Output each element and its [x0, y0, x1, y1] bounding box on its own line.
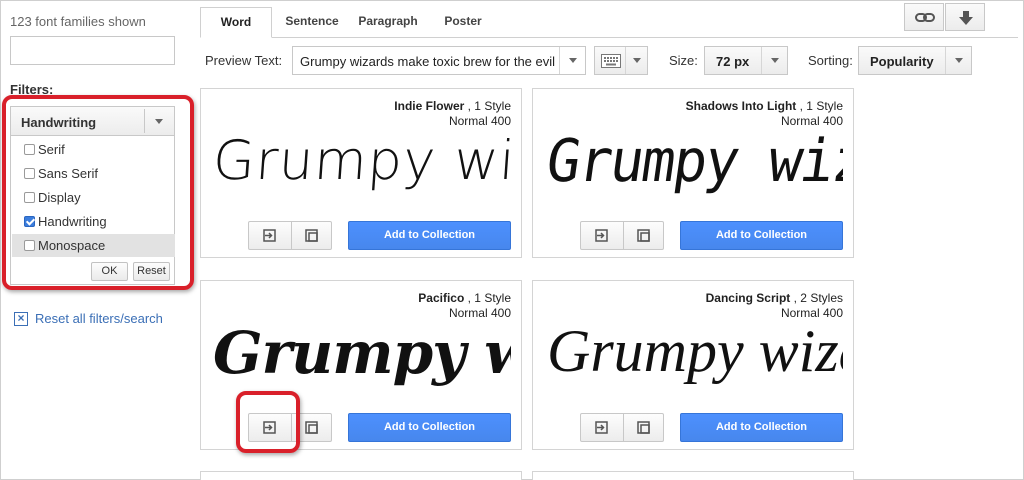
font-style-count: , 1 Style: [467, 291, 511, 305]
font-preview-text: Grumpy wizards: [213, 319, 511, 387]
search-input[interactable]: [10, 36, 175, 65]
chevron-down-icon: [633, 58, 641, 63]
font-card-partial: [532, 471, 854, 480]
keyboard-button[interactable]: [594, 46, 648, 75]
font-preview-text: Grumpy wizards: [543, 127, 843, 196]
font-name: Shadows Into Light: [685, 99, 797, 113]
pop-out-icon: [637, 421, 650, 434]
add-to-collection-button[interactable]: Add to Collection: [348, 413, 511, 442]
pop-out-button[interactable]: [623, 414, 664, 441]
chevron-down-icon: [771, 58, 779, 63]
tab-sentence[interactable]: Sentence: [274, 7, 350, 38]
font-name: Pacifico: [418, 291, 465, 305]
font-style-count: , 1 Style: [799, 99, 843, 113]
size-dropdown[interactable]: [761, 47, 787, 74]
size-label: Size:: [669, 53, 698, 68]
font-style-count: , 2 Styles: [793, 291, 843, 305]
preview-text-value: Grumpy wizards make toxic brew for the e…: [300, 54, 556, 69]
link-button[interactable]: [904, 3, 944, 31]
quick-use-button[interactable]: [249, 222, 290, 249]
sorting-select[interactable]: Popularity: [858, 46, 972, 75]
reset-all-label: Reset all filters/search: [35, 311, 163, 326]
card-action-group: [580, 413, 664, 442]
font-card-dancing-script: Dancing Script , 2 Styles Normal 400 Gru…: [532, 280, 854, 450]
download-icon: [959, 11, 973, 25]
download-button[interactable]: [945, 3, 985, 31]
font-preview-text: Grumpy wizards: [547, 318, 843, 384]
pop-out-button[interactable]: [291, 222, 332, 249]
font-preview: Grumpy wizards: [543, 125, 843, 205]
keyboard-icon: [601, 54, 621, 68]
font-name-line: Dancing Script , 2 Styles: [706, 291, 843, 305]
filter-highlight-annotation: [2, 95, 194, 290]
font-card-partial: [200, 471, 522, 480]
sorting-label: Sorting:: [808, 53, 853, 68]
tab-paragraph[interactable]: Paragraph: [352, 7, 424, 38]
card-action-group: [580, 221, 664, 250]
quick-use-highlight-annotation: [236, 391, 300, 453]
tab-word[interactable]: Word: [200, 7, 272, 38]
x-box-icon: ×: [14, 312, 28, 326]
tab-poster[interactable]: Poster: [426, 7, 500, 38]
size-select[interactable]: 72 px: [704, 46, 788, 75]
preview-text-label: Preview Text:: [205, 53, 283, 68]
pop-out-icon: [637, 229, 650, 242]
quick-use-icon: [595, 421, 608, 434]
sorting-value: Popularity: [870, 54, 934, 69]
font-name-line: Indie Flower , 1 Style: [394, 99, 511, 113]
add-to-collection-button[interactable]: Add to Collection: [680, 413, 843, 442]
font-style-count: , 1 Style: [467, 99, 511, 113]
size-value: 72 px: [716, 54, 750, 69]
font-name-line: Pacifico , 1 Style: [418, 291, 511, 305]
pop-out-icon: [305, 229, 318, 242]
font-preview: Grumpy wizards: [211, 317, 511, 397]
add-to-collection-button[interactable]: Add to Collection: [348, 221, 511, 250]
font-name: Dancing Script: [705, 291, 791, 305]
chevron-down-icon: [569, 58, 577, 63]
add-to-collection-button[interactable]: Add to Collection: [680, 221, 843, 250]
font-name: Indie Flower: [394, 99, 465, 113]
quick-use-icon: [263, 229, 276, 242]
preview-text-dropdown[interactable]: [559, 47, 585, 74]
font-preview: Grumpy wizards: [211, 125, 511, 205]
sorting-dropdown[interactable]: [945, 47, 971, 74]
pop-out-button[interactable]: [623, 222, 664, 249]
quick-use-icon: [595, 229, 608, 242]
font-card-shadows-into-light: Shadows Into Light , 1 Style Normal 400 …: [532, 88, 854, 258]
font-name-line: Shadows Into Light , 1 Style: [686, 99, 843, 113]
quick-use-button[interactable]: [581, 414, 622, 441]
card-action-group: [248, 221, 332, 250]
font-preview-text: Grumpy wizards: [211, 129, 511, 192]
chevron-down-icon: [955, 58, 963, 63]
link-icon: [915, 13, 935, 22]
font-count: 123 font families shown: [10, 14, 146, 29]
font-card-indie-flower: Indie Flower , 1 Style Normal 400 Grumpy…: [200, 88, 522, 258]
quick-use-button[interactable]: [581, 222, 622, 249]
font-preview: Grumpy wizards: [543, 317, 843, 397]
preview-text-input[interactable]: Grumpy wizards make toxic brew for the e…: [292, 46, 586, 75]
keyboard-dropdown[interactable]: [625, 47, 647, 74]
